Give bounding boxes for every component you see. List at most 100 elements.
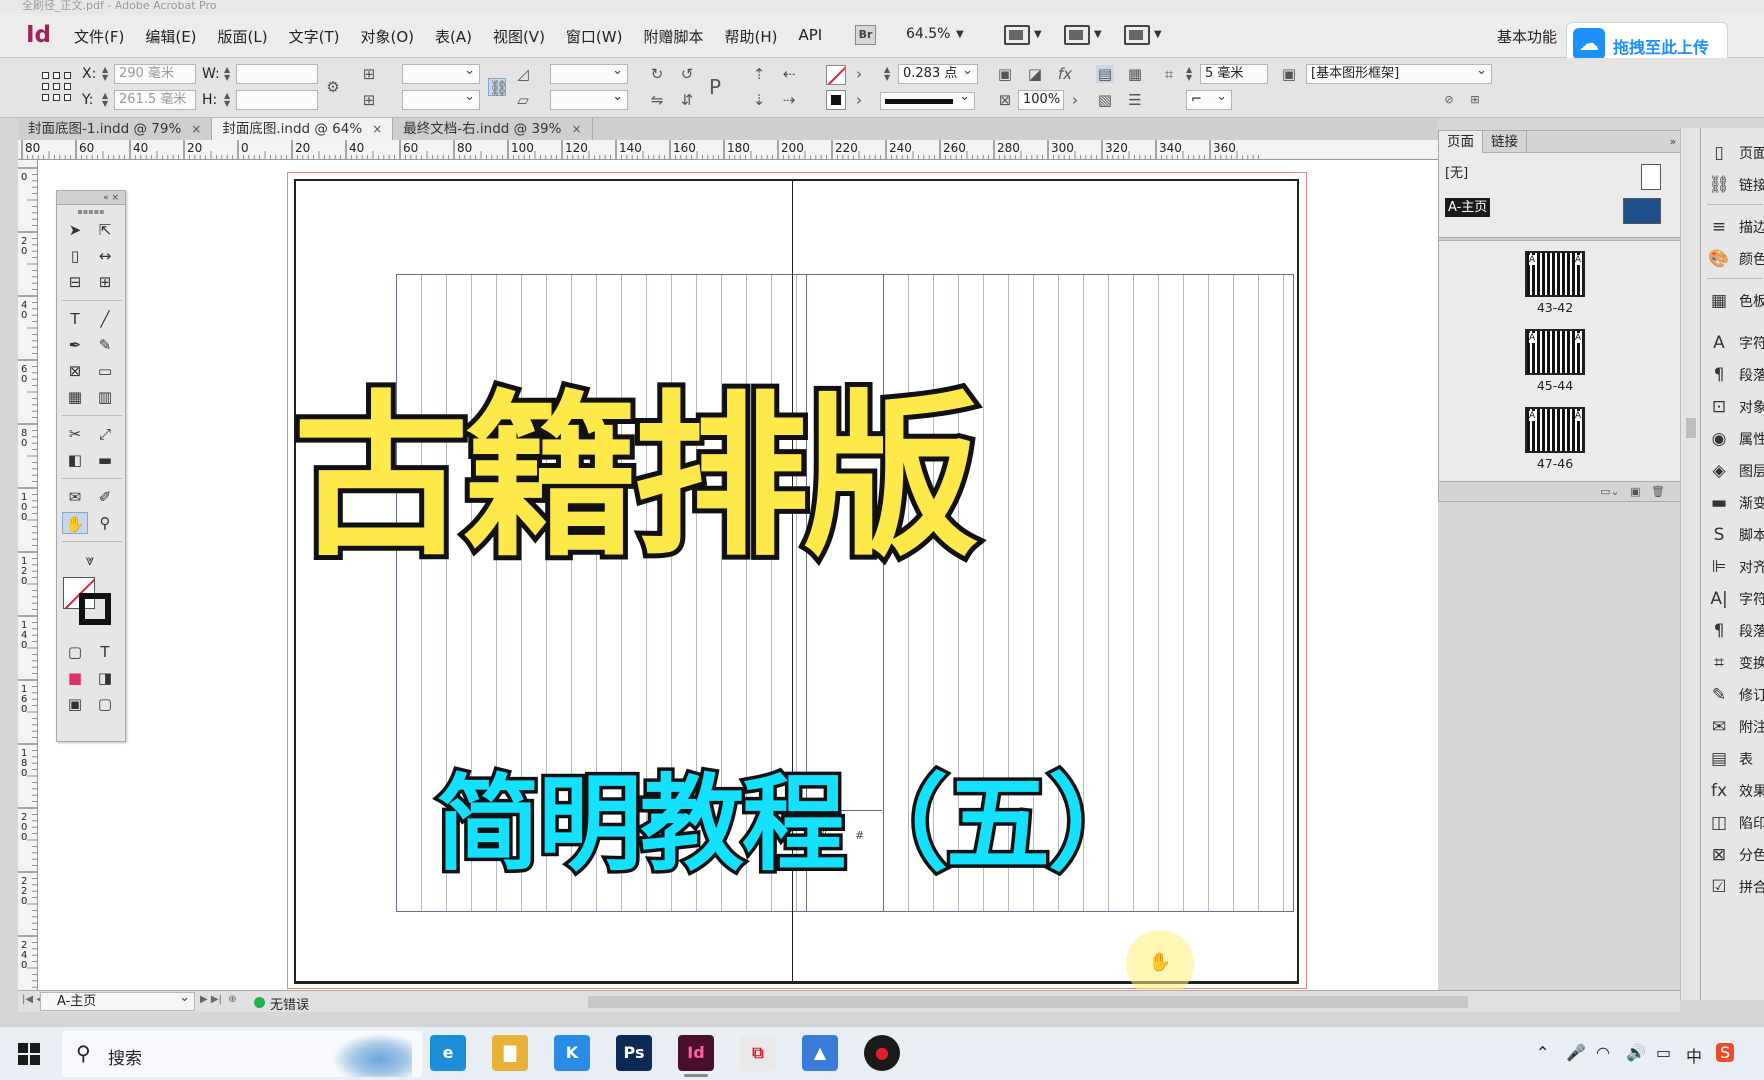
stroke-weight-field[interactable]: 0.283 点 [898, 62, 978, 84]
menu-scripts[interactable]: 附赠脚本 [643, 26, 703, 47]
menu-view[interactable]: 视图(V) [493, 26, 545, 47]
dock-item[interactable]: ▤ 表 [1707, 744, 1764, 774]
x-stepper[interactable]: ▲ ▼ [102, 66, 108, 82]
direct-selection-tool-icon[interactable]: ⇱ [92, 219, 118, 241]
formatting-container-icon[interactable]: ▢ [62, 641, 88, 663]
dock-item[interactable]: S 脚本 [1707, 520, 1764, 550]
master-none[interactable]: [无] [1443, 161, 1673, 190]
tab-document-3[interactable]: 最终文档-右.indd @ 39% × [393, 118, 593, 140]
fit-frame-icon[interactable]: ▧ [1096, 91, 1114, 109]
tab-document-1[interactable]: 封面底图-1.indd @ 79% × [18, 118, 213, 140]
note-tool-icon[interactable]: ✉ [62, 486, 88, 508]
opacity-field[interactable]: 100% [1018, 90, 1064, 110]
panel-divider[interactable] [1439, 237, 1695, 241]
scale-y-dropdown[interactable] [402, 88, 480, 110]
reference-point-grid[interactable] [42, 72, 72, 102]
fill-swatch[interactable] [826, 90, 846, 110]
dock-item[interactable]: ☑ 拼合 [1707, 872, 1764, 902]
content-placer-icon[interactable]: ⊞ [92, 271, 118, 293]
tray-icon[interactable]: 🎤 [1566, 1043, 1586, 1062]
close-icon[interactable]: × [372, 122, 382, 136]
taskbar-app-indesign[interactable]: Id [678, 1035, 714, 1077]
tray-icon[interactable]: ◠ [1596, 1043, 1610, 1062]
menu-help[interactable]: 帮助(H) [724, 26, 777, 47]
dock-item[interactable]: ▯ 页面 [1707, 138, 1764, 168]
spread-item[interactable]: 43-42 [1525, 251, 1585, 315]
expand-tools-icon[interactable]: ⩔ [62, 549, 118, 571]
pencil-tool-icon[interactable]: ✎ [92, 334, 118, 356]
dock-item[interactable]: ⛓ 链接 [1707, 170, 1764, 200]
scissors-tool-icon[interactable]: ✂ [62, 423, 88, 445]
taskbar-app-photoshop[interactable]: Ps [616, 1035, 652, 1071]
stroke-swatch[interactable] [826, 65, 846, 85]
taskbar-app-recorder[interactable]: ● [864, 1035, 900, 1071]
normal-view-icon[interactable]: ▣ [62, 693, 88, 715]
edit-page-size-icon[interactable]: ▭⌄ [1600, 485, 1620, 498]
y-stepper[interactable]: ▲ ▼ [102, 92, 108, 108]
dock-item[interactable]: ✉ 附注 [1707, 712, 1764, 742]
type-tool-icon[interactable]: T [62, 308, 88, 330]
menu-layout[interactable]: 版面(L) [218, 26, 268, 47]
spread-item[interactable]: 47-46 [1525, 407, 1585, 471]
apply-gradient-icon[interactable]: ◨ [92, 667, 118, 689]
close-icon[interactable]: × [571, 122, 581, 136]
menu-api[interactable]: API [798, 26, 822, 47]
page-tool-icon[interactable]: ▯ [62, 245, 88, 267]
content-collector-icon[interactable]: ⊟ [62, 271, 88, 293]
formatting-text-icon[interactable]: T [92, 641, 118, 663]
dock-item[interactable]: ≡ 描边 [1707, 212, 1764, 242]
flip-v-icon[interactable]: ⇵ [678, 91, 696, 109]
scale-x-dropdown[interactable] [402, 62, 480, 84]
free-transform-tool-icon[interactable]: ⤢ [92, 423, 118, 445]
rectangle-tool-icon[interactable]: ▭ [92, 360, 118, 382]
apply-color-icon[interactable]: ■ [62, 667, 88, 689]
gap-tool-icon[interactable]: ↔ [92, 245, 118, 267]
horizontal-ruler[interactable]: 80 60 40 20 0 20 40 60 80 100 120 140 160 180 200 220 24… [18, 140, 1438, 160]
bridge-button[interactable]: Br [855, 25, 876, 45]
chevron-right-icon[interactable]: › [850, 91, 868, 109]
dock-item[interactable]: ⌗ 变换 [1707, 648, 1764, 678]
chevron-down-icon[interactable]: ▼ [956, 29, 964, 40]
page-selector[interactable]: A-主页 [40, 989, 195, 1011]
tray-icon[interactable]: 中 [1686, 1043, 1702, 1067]
dock-item[interactable]: ⊠ 分色 [1707, 840, 1764, 870]
pen-tool-icon[interactable]: ✒ [62, 334, 88, 356]
dock-item[interactable]: ¶ 段落 [1707, 360, 1764, 390]
corner-options-icon[interactable]: ⌗ [1160, 65, 1178, 83]
menu-table[interactable]: 表(A) [435, 26, 472, 47]
taskbar-app-edge[interactable]: e [430, 1035, 466, 1071]
delete-page-icon[interactable]: 🗑 [1651, 485, 1665, 498]
tab-document-2[interactable]: 封面底图.indd @ 64% × [212, 118, 394, 140]
screen-mode-icon[interactable] [1004, 25, 1030, 45]
view-options-icon[interactable] [1064, 25, 1090, 45]
taskbar-app-acrobat[interactable]: ⧉ [740, 1035, 776, 1071]
menu-object[interactable]: 对象(O) [360, 26, 414, 47]
line-tool-icon[interactable]: ╱ [92, 308, 118, 330]
grip-icon[interactable]: ▪▪▪▪▪ [57, 205, 125, 219]
dock-item[interactable]: ▬ 渐变 [1707, 488, 1764, 518]
tray-icon[interactable]: S [1716, 1043, 1735, 1062]
drop-shadow-icon[interactable]: ▣ [996, 65, 1014, 83]
dock-item[interactable]: ⊡ 对象 [1707, 392, 1764, 422]
shadow-icon[interactable]: ◪ [1026, 65, 1044, 83]
flip-h-icon[interactable]: ⇋ [648, 91, 666, 109]
rotate-dropdown[interactable] [550, 62, 628, 84]
preview-view-icon[interactable]: ▢ [92, 693, 118, 715]
gradient-feather-tool-icon[interactable]: ▬ [92, 449, 118, 471]
stroke-weight-stepper[interactable]: ▲ ▼ [884, 66, 890, 82]
taskbar-app-k-app[interactable]: K [554, 1035, 590, 1071]
dock-item[interactable]: A| 字符 [1707, 584, 1764, 614]
workspace-switcher[interactable]: 基本功能 [1497, 26, 1557, 47]
shear-dropdown[interactable] [550, 88, 628, 110]
offset-stepper[interactable]: ▲ ▼ [1186, 66, 1192, 82]
select-previous-icon[interactable]: ⇠ [780, 65, 798, 83]
text-frame-icon[interactable]: ▦ [1126, 65, 1144, 83]
w-field[interactable] [236, 64, 318, 84]
vertical-grid-tool-icon[interactable]: ▥ [92, 386, 118, 408]
panel-menu-icon[interactable]: ⊞ [1466, 91, 1484, 109]
center-content-icon[interactable]: ☰ [1126, 91, 1144, 109]
tray-icon[interactable]: ▭ [1656, 1043, 1671, 1062]
selection-tool-icon[interactable]: ➤ [62, 219, 88, 241]
offset-field[interactable]: 5 毫米 [1200, 64, 1268, 84]
frame-grid-tool-icon[interactable]: ▦ [62, 386, 88, 408]
